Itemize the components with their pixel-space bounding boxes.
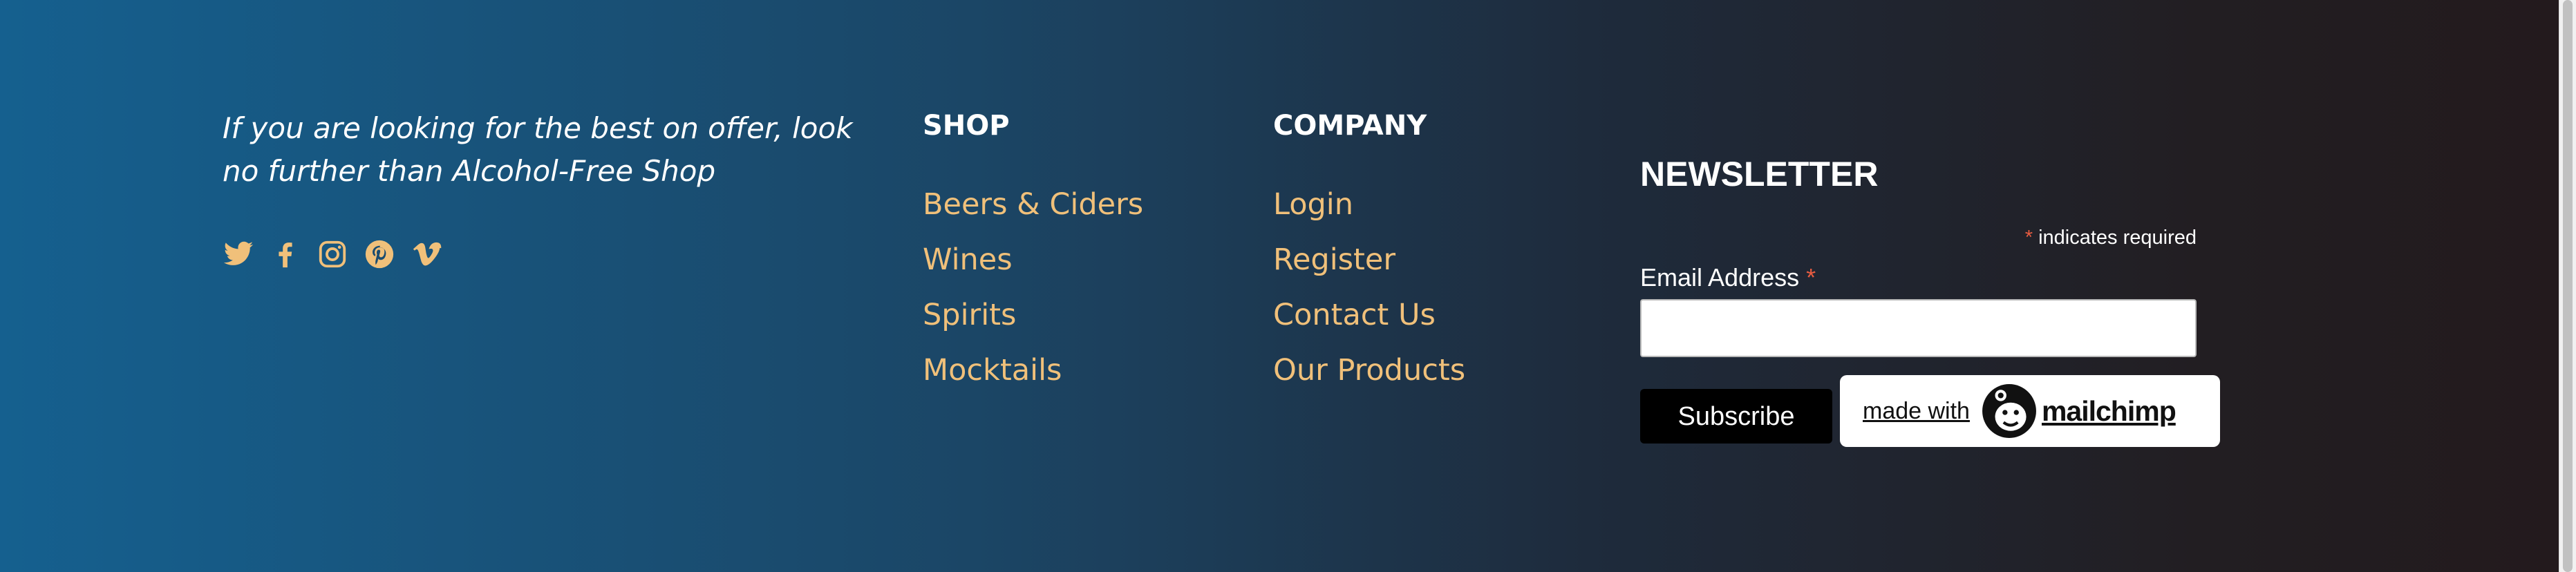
company-links: Login Register Contact Us Our Products: [1273, 185, 1465, 406]
company-link-our-products[interactable]: Our Products: [1273, 351, 1465, 390]
pinterest-icon[interactable]: [364, 238, 395, 270]
twitter-icon[interactable]: [223, 238, 254, 270]
vimeo-icon[interactable]: [411, 238, 442, 270]
shop-heading: SHOP: [923, 110, 1010, 142]
badge-made-with: made with: [1863, 397, 1970, 424]
mailchimp-badge[interactable]: made with mailchimp: [1840, 375, 2220, 447]
badge-brand: mailchimp: [2041, 394, 2177, 427]
facebook-icon[interactable]: [270, 238, 301, 270]
mailchimp-logo-icon: [1981, 383, 2038, 439]
required-asterisk: *: [2024, 227, 2033, 249]
scrollbar-thumb[interactable]: [2563, 0, 2573, 572]
site-footer: If you are looking for the best on offer…: [0, 0, 2559, 572]
required-note: * indicates required: [1640, 225, 2197, 250]
subscribe-button[interactable]: Subscribe: [1640, 389, 1832, 444]
shop-link-beers-ciders[interactable]: Beers & Ciders: [923, 185, 1143, 224]
email-label-text: Email Address: [1640, 263, 1800, 292]
company-link-login[interactable]: Login: [1273, 185, 1353, 224]
company-link-contact-us[interactable]: Contact Us: [1273, 296, 1436, 334]
page-scrollbar[interactable]: [2559, 0, 2576, 572]
shop-links: Beers & Ciders Wines Spirits Mocktails: [923, 185, 1143, 406]
shop-link-spirits[interactable]: Spirits: [923, 296, 1016, 334]
footer-tagline: If you are looking for the best on offer…: [223, 111, 853, 188]
shop-link-wines[interactable]: Wines: [923, 240, 1013, 279]
email-input[interactable]: [1640, 299, 2197, 357]
email-label: Email Address *: [1640, 263, 1816, 293]
newsletter-heading: NEWSLETTER: [1640, 155, 1879, 193]
shop-link-mocktails[interactable]: Mocktails: [923, 351, 1062, 390]
email-required-asterisk: *: [1806, 263, 1816, 292]
company-heading: COMPANY: [1273, 110, 1427, 142]
company-link-register[interactable]: Register: [1273, 240, 1395, 279]
social-links: [223, 238, 442, 270]
instagram-icon[interactable]: [317, 238, 348, 270]
required-note-text: indicates required: [2038, 227, 2197, 249]
